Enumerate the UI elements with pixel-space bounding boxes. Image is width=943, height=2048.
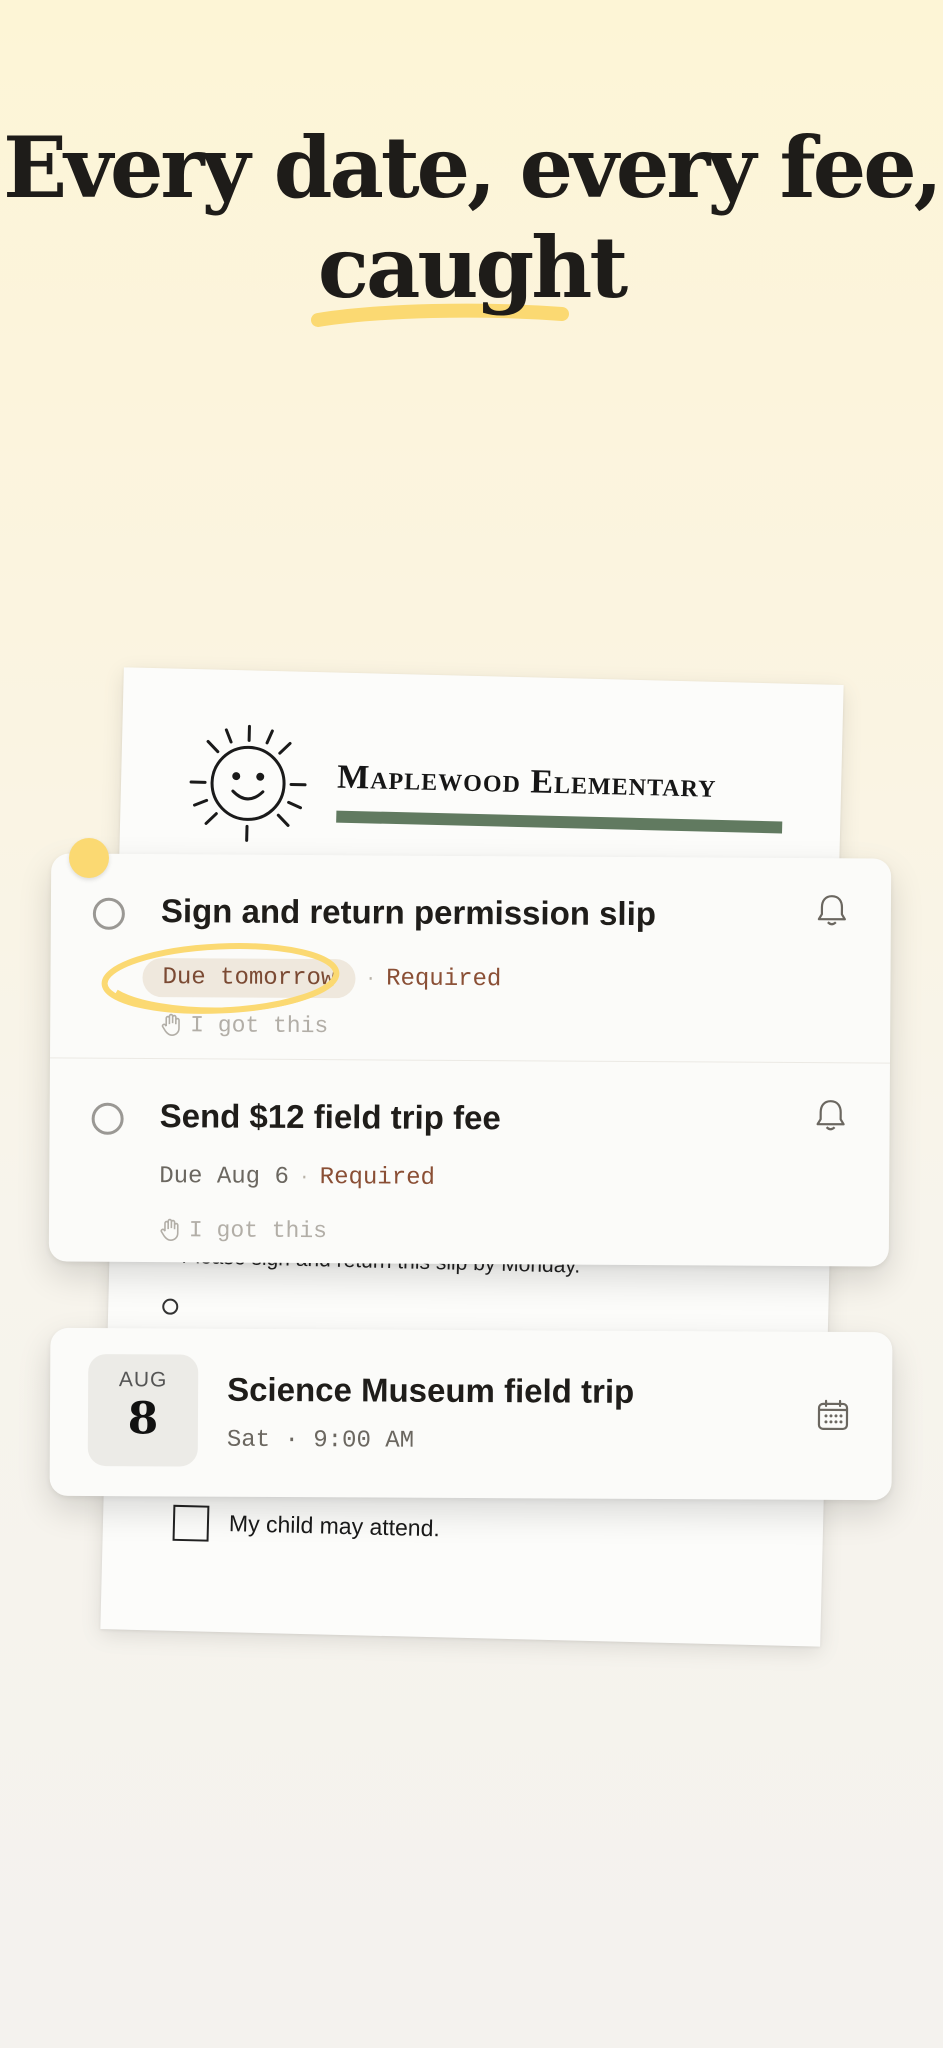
headline-line2: caught: [317, 218, 628, 317]
task-complete-radio[interactable]: [92, 897, 125, 930]
claim-label: I got this: [188, 1217, 328, 1245]
sun-icon: [189, 724, 307, 842]
headline: Every date, every fee, caught: [0, 118, 943, 327]
separator-dot: ·: [298, 1167, 310, 1188]
separator-dot: ·: [365, 968, 377, 989]
hand-icon: [161, 1013, 180, 1036]
attend-checkbox: [172, 1504, 210, 1542]
event-card[interactable]: AUG 8 Science Museum field trip Sat · 9:…: [49, 1327, 893, 1501]
due-label: Due tomorrow: [162, 964, 336, 993]
claim-button[interactable]: I got this: [159, 1217, 327, 1244]
hand-icon: [160, 1218, 179, 1241]
claim-label: I got this: [190, 1012, 329, 1040]
bell-icon[interactable]: [815, 892, 849, 928]
task-title: Send $12 field trip fee: [159, 1097, 501, 1137]
attend-label: My child may attend.: [228, 1510, 441, 1542]
flyer-bullet: [162, 1298, 179, 1315]
date-tile: AUG 8: [87, 1353, 199, 1467]
required-tag: Required: [386, 965, 502, 994]
headline-line1: Every date, every fee,: [3, 118, 943, 217]
task-meta: Due tomorrow · Required: [101, 943, 502, 1014]
task-title: Sign and return permission slip: [160, 892, 657, 933]
headline-line2-wrap: caught: [310, 218, 628, 327]
bell-icon[interactable]: [814, 1097, 848, 1133]
event-day: 8: [127, 1393, 159, 1445]
due-chip: Due tomorrow: [101, 943, 356, 1014]
task-list-card: Sign and return permission slip Due tomo…: [48, 853, 892, 1268]
event-title: Science Museum field trip: [227, 1370, 635, 1410]
required-tag: Required: [319, 1164, 436, 1192]
due-label: Due Aug 6: [159, 1163, 289, 1191]
pin-dot: [69, 838, 109, 878]
school-name: Maplewood Elementary: [336, 758, 717, 805]
claim-button[interactable]: I got this: [160, 1012, 328, 1039]
task-complete-radio[interactable]: [91, 1102, 124, 1135]
school-name-bar: [336, 810, 783, 834]
task-item[interactable]: Sign and return permission slip Due tomo…: [50, 853, 891, 1062]
calendar-icon[interactable]: [816, 1398, 850, 1432]
task-meta: Due Aug 6 · Required: [159, 1163, 435, 1192]
event-month: AUG: [118, 1368, 168, 1392]
event-time: Sat · 9:00 AM: [226, 1426, 415, 1455]
task-item[interactable]: Send $12 field trip fee Due Aug 6 · Requ…: [48, 1057, 890, 1268]
